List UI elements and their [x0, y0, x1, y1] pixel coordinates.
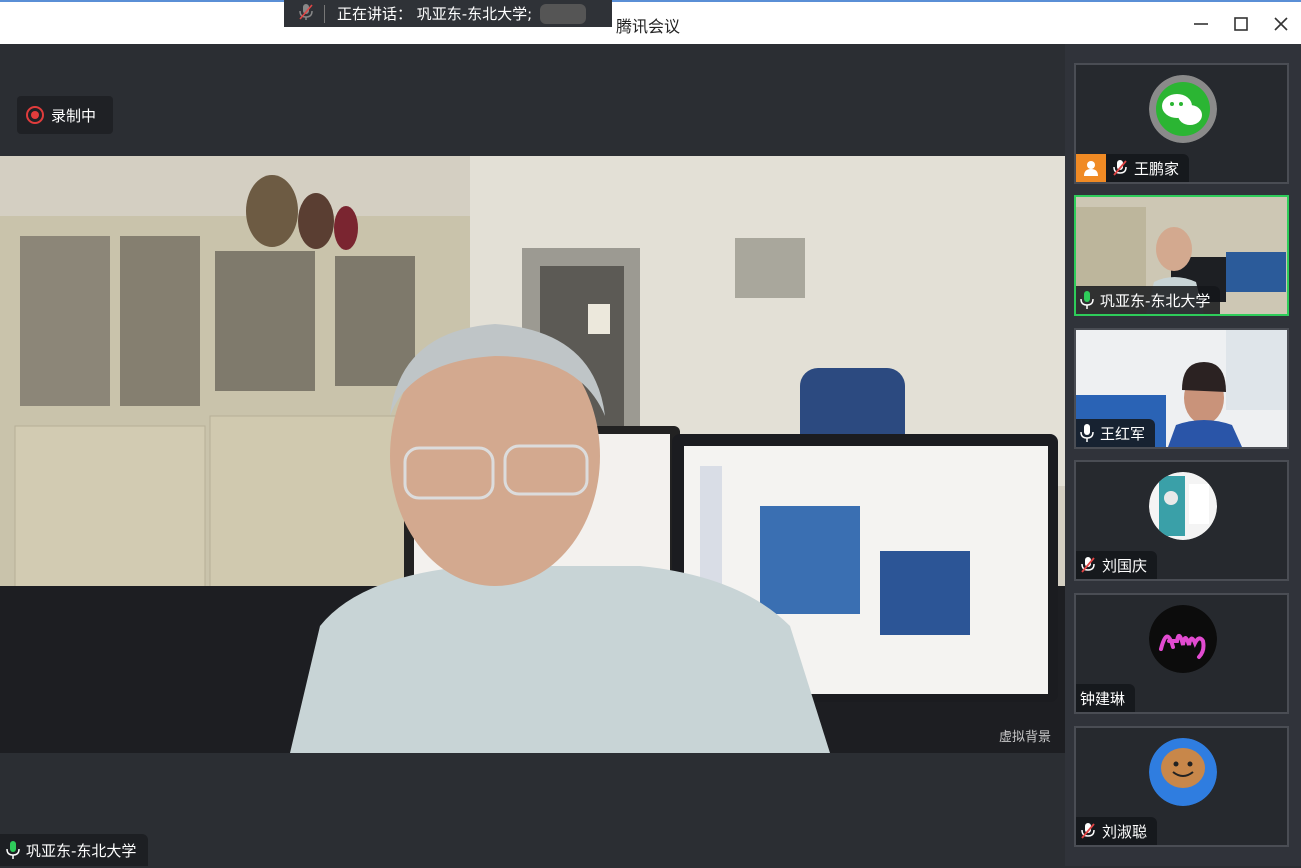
participant-tile[interactable]: 巩亚东-东北大学	[1074, 195, 1289, 316]
participant-label: 王红军	[1076, 419, 1156, 447]
main-speaker-tag: 巩亚东-东北大学	[0, 834, 149, 866]
mic-on-icon	[6, 841, 20, 859]
mic-muted-icon	[1112, 159, 1128, 177]
speaker-video-frame	[0, 156, 1065, 753]
participant-sidebar: 王鹏家 巩亚东-东北大学 王红军 刘国庆 钟建琳 刘淑聪	[1065, 44, 1301, 866]
participant-label: 刘国庆	[1076, 551, 1158, 579]
title-bar: 腾讯会议	[0, 0, 1301, 44]
wechat-logo-icon	[1149, 75, 1217, 143]
speaking-indicator: 正在讲话： 巩亚东-东北大学;	[284, 0, 612, 27]
speaker-avatar-thumb	[540, 3, 587, 24]
participant-name: 王红军	[1100, 424, 1146, 443]
maximize-icon[interactable]	[1226, 10, 1256, 38]
speaking-text: 正在讲话： 巩亚东-东北大学;	[337, 5, 533, 23]
main-speaker-name: 巩亚东-东北大学	[26, 841, 137, 860]
participant-name: 刘国庆	[1102, 556, 1148, 575]
participant-tile[interactable]: 王红军	[1074, 328, 1289, 449]
mic-muted-icon	[1080, 556, 1096, 574]
participant-label: 钟建琳	[1076, 684, 1136, 712]
recording-label: 录制中	[51, 106, 97, 125]
main-video: 虚拟背景	[0, 156, 1065, 753]
smiley-cookie-avatar	[1149, 738, 1217, 806]
participant-name: 巩亚东-东北大学	[1100, 291, 1211, 310]
participant-label: 王鹏家	[1076, 154, 1190, 182]
recording-indicator[interactable]: 录制中	[17, 96, 113, 134]
participant-tile[interactable]: 刘淑聪	[1074, 726, 1289, 847]
participant-tile[interactable]: 钟建琳	[1074, 593, 1289, 714]
participant-label: 刘淑聪	[1076, 817, 1158, 845]
minimize-icon[interactable]	[1186, 10, 1216, 38]
participant-name: 王鹏家	[1134, 159, 1180, 178]
amy-signature-avatar	[1149, 605, 1217, 673]
mic-on-icon	[1080, 291, 1094, 309]
host-icon	[1076, 154, 1106, 182]
participant-tile[interactable]: 王鹏家	[1074, 63, 1289, 184]
participant-tile[interactable]: 刘国庆	[1074, 460, 1289, 581]
main-stage: 录制中 虚拟背景 巩亚东-东北大学	[0, 44, 1065, 866]
participant-name: 刘淑聪	[1102, 822, 1148, 841]
participant-label: 巩亚东-东北大学	[1076, 286, 1221, 314]
mic-on-icon	[1080, 424, 1094, 442]
virtual-background-watermark: 虚拟背景	[998, 730, 1051, 745]
mic-muted-icon	[298, 3, 314, 25]
window-title: 腾讯会议	[616, 17, 681, 36]
record-icon	[26, 106, 44, 124]
participant-name: 钟建琳	[1080, 689, 1126, 708]
close-icon[interactable]	[1266, 10, 1296, 38]
book-cover-avatar	[1149, 472, 1217, 540]
mic-muted-icon	[1080, 822, 1096, 840]
